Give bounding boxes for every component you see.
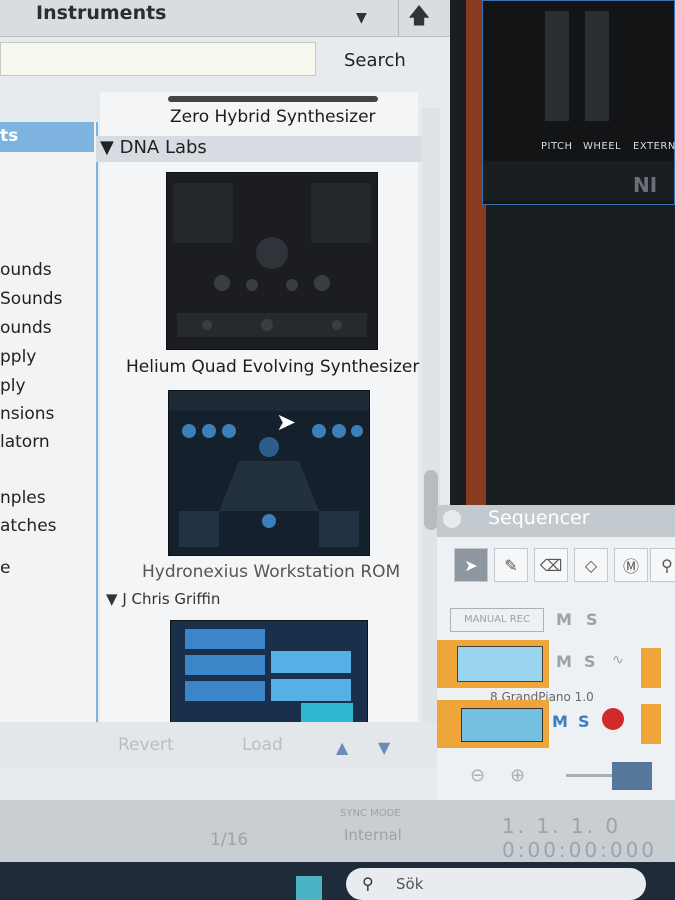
- zoom-in-icon[interactable]: ⊕: [510, 765, 525, 786]
- search-input[interactable]: [0, 42, 316, 76]
- revert-button[interactable]: Revert: [118, 735, 174, 755]
- rack-label: WHEEL: [583, 141, 622, 152]
- mute-tool-icon: Ⓜ: [622, 557, 639, 576]
- sequencer-title: Sequencer: [488, 507, 590, 529]
- sync-mode-select[interactable]: Internal: [344, 826, 402, 844]
- razor-tool-button[interactable]: ◇: [574, 548, 608, 582]
- scrollbar-thumb[interactable]: [424, 470, 438, 530]
- windows-start-icon[interactable]: [296, 876, 322, 900]
- song-time[interactable]: 0:00:00:000: [502, 838, 657, 862]
- search-button[interactable]: Search: [344, 50, 406, 71]
- instrument-thumbnail-helium[interactable]: [166, 172, 378, 350]
- time-signature[interactable]: 1/16: [210, 830, 248, 850]
- instrument-item-label[interactable]: Zero Hybrid Synthesizer: [170, 107, 376, 127]
- taskbar-search-text: Sök: [396, 875, 424, 893]
- arrow-up-icon: 🡅: [407, 4, 431, 29]
- category-item[interactable]: nsions: [0, 404, 54, 424]
- zoom-slider-handle[interactable]: [612, 762, 652, 790]
- rack-device[interactable]: PITCH WHEEL EXTERN NI: [482, 0, 675, 205]
- thumbnail-edge: [168, 96, 378, 102]
- browser-titlebar: Instruments ▼ 🡅: [0, 0, 450, 37]
- piano-device-icon: [457, 646, 543, 682]
- category-item[interactable]: e: [0, 558, 10, 578]
- eraser-tool-button[interactable]: ⌫: [534, 548, 568, 582]
- category-item[interactable]: latorn: [0, 432, 50, 452]
- rack-device-icon: [461, 708, 543, 742]
- track-color-strip: [641, 704, 661, 744]
- mute-tool-button[interactable]: Ⓜ: [614, 548, 648, 582]
- category-item[interactable]: pply: [0, 347, 36, 367]
- magnify-tool-button[interactable]: ⚲: [650, 548, 675, 582]
- group-header-label[interactable]: ▼ J Chris Griffin: [106, 590, 220, 608]
- load-button[interactable]: Load: [242, 735, 283, 755]
- group-name: DNA Labs: [119, 137, 207, 158]
- taskbar-search-box[interactable]: ⚲ Sök: [346, 868, 646, 900]
- instrument-thumbnail-griffin[interactable]: [170, 620, 368, 728]
- solo-button[interactable]: S: [584, 652, 596, 671]
- eraser-icon: ⌫: [539, 555, 563, 575]
- category-item[interactable]: ounds: [0, 260, 52, 280]
- category-list: ts ounds Sounds ounds pply ply nsions la…: [0, 122, 98, 722]
- rack-label: EXTERN: [633, 141, 675, 152]
- track-device-icon[interactable]: [437, 640, 549, 688]
- razor-icon: ◇: [584, 555, 598, 575]
- song-position[interactable]: 1. 1. 1. 0: [502, 814, 621, 838]
- rack-logo: NI: [633, 173, 658, 197]
- solo-button[interactable]: S: [586, 610, 598, 629]
- mute-button[interactable]: M: [552, 712, 568, 731]
- instrument-item-label[interactable]: Hydronexius Workstation ROM: [142, 562, 400, 582]
- pencil-icon: ✎: [504, 555, 518, 575]
- instrument-item-label[interactable]: Helium Quad Evolving Synthesizer: [126, 357, 419, 377]
- category-item[interactable]: nples: [0, 488, 46, 508]
- manual-rec-button[interactable]: MANUAL REC: [450, 608, 544, 632]
- select-tool-button[interactable]: ➤: [454, 548, 488, 582]
- previous-patch-button[interactable]: ▲: [336, 738, 348, 757]
- zoom-slider[interactable]: [566, 774, 616, 777]
- search-icon: ⚲: [362, 874, 374, 893]
- folder-up-button[interactable]: 🡅: [398, 0, 439, 36]
- magnify-icon: ⚲: [661, 555, 673, 575]
- pencil-tool-button[interactable]: ✎: [494, 548, 528, 582]
- category-item[interactable]: ounds: [0, 318, 52, 338]
- group-header-label: ▼ DNA Labs: [100, 137, 207, 158]
- rack-label: PITCH: [541, 141, 573, 152]
- audio-wave-icon: ∿: [612, 652, 624, 668]
- category-item[interactable]: ts: [0, 126, 18, 146]
- mouse-cursor-icon: ➤: [276, 408, 297, 436]
- next-patch-button[interactable]: ▼: [378, 738, 390, 757]
- minimize-icon[interactable]: [443, 510, 461, 528]
- browser-bottom-bar: [0, 722, 440, 768]
- track-color-strip: [641, 648, 661, 688]
- chevron-down-icon[interactable]: ▼: [356, 10, 367, 26]
- record-arm-icon[interactable]: [602, 708, 624, 730]
- solo-button[interactable]: S: [578, 712, 590, 731]
- browser-title: Instruments: [36, 2, 167, 24]
- zoom-out-icon[interactable]: ⊖: [470, 765, 485, 786]
- category-item[interactable]: atches: [0, 516, 57, 536]
- arrow-pointer-icon: ➤: [464, 555, 478, 575]
- category-item[interactable]: ply: [0, 376, 26, 396]
- group-name: J Chris Griffin: [122, 590, 221, 608]
- mute-button[interactable]: M: [556, 652, 572, 671]
- instrument-thumbnail-hydronexius[interactable]: [168, 390, 370, 556]
- track-device-icon[interactable]: [437, 700, 549, 748]
- mute-button[interactable]: M: [556, 610, 572, 629]
- category-item[interactable]: Sounds: [0, 289, 62, 309]
- sync-mode-label: SYNC MODE: [340, 808, 401, 819]
